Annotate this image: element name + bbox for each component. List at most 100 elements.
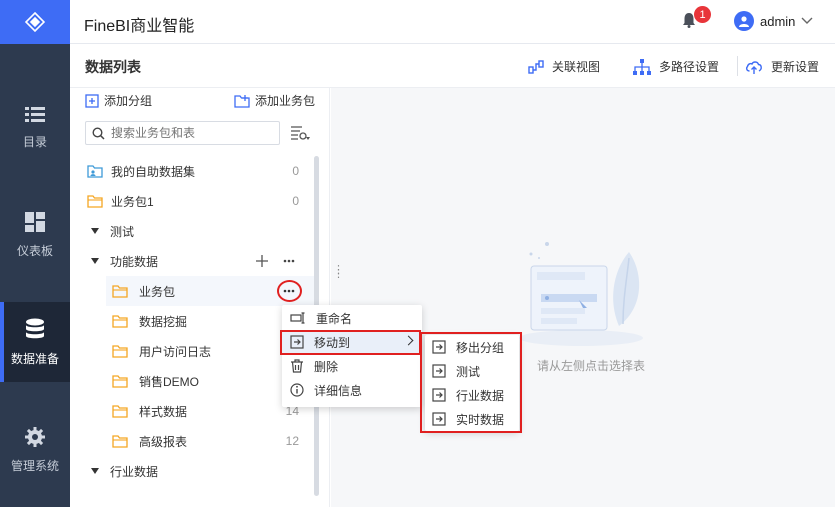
tree-item-sales-demo[interactable]: 销售DEMO [70,366,314,396]
move-to-icon [432,412,446,426]
preview-area: 请从左侧点击选择表 [331,88,835,507]
nav-item-dashboard[interactable]: 仪表板 [0,195,70,275]
chevron-right-icon [403,335,414,346]
search-box[interactable] [85,121,280,145]
rename-icon [290,312,305,324]
tree-item-label: 业务包 [139,284,176,299]
empty-state-text: 请从左侧点击选择表 [537,359,646,373]
add-group-label: 添加分组 [104,94,153,108]
move-to-icon [432,364,446,378]
move-to-icon [432,340,446,354]
app-logo[interactable] [0,0,70,44]
nav-item-admin[interactable]: 管理系统 [0,410,70,490]
menu-item-rename[interactable]: 重命名 [282,306,422,330]
sub-header: 数据列表 关联视图 多路径设置 更新设置 [70,44,835,88]
submenu-item-realtime-data[interactable]: 实时数据 [425,407,519,431]
relation-view-button[interactable]: 关联视图 [528,58,600,75]
top-bar: FineBI商业智能 1 admin [70,0,835,44]
menu-item-label: 移动到 [314,335,351,350]
nav-item-catalog[interactable]: 目录 [0,88,70,168]
menu-item-label: 重命名 [316,311,353,326]
data-list-panel: 添加分组 添加业务包 我的自助数据集 0 [70,88,330,507]
trash-icon [291,359,303,373]
tree-group-test[interactable]: 测试 [70,216,314,246]
add-icon[interactable] [256,255,268,267]
panel-resize-handle[interactable]: ⋮ ⋮ [333,265,344,280]
submenu-item-label: 测试 [456,364,481,379]
multipath-icon [633,58,651,75]
caret-down-icon[interactable] [91,468,99,474]
add-package-label: 添加业务包 [255,94,316,108]
tree-item-label: 高级报表 [139,434,188,449]
menu-item-move-to[interactable]: 移动到 [282,330,422,354]
tree-group-function-data[interactable]: 功能数据 [70,246,314,276]
tree-item-count: 0 [292,194,299,208]
multipath-settings-button[interactable]: 多路径设置 [633,58,719,75]
tree-item-data-mining[interactable]: 数据挖掘 [70,306,314,336]
submenu-item-industry-data[interactable]: 行业数据 [425,383,519,407]
left-nav: 目录 仪表板 数据准备 管理系统 [0,0,70,507]
tree-item-label: 销售DEMO [139,374,200,389]
add-group-button[interactable]: 添加分组 [85,92,152,109]
tree-item-label: 数据挖掘 [139,314,188,329]
add-package-button[interactable]: 添加业务包 [234,92,315,109]
search-input[interactable] [111,126,271,140]
page-title: 数据列表 [85,59,141,75]
nav-label-admin: 管理系统 [10,458,59,473]
tree-group-industry-data[interactable]: 行业数据 [70,456,314,486]
nav-label-data-prep: 数据准备 [10,351,59,366]
tree-item-package-1[interactable]: 业务包1 0 [70,186,314,216]
menu-item-label: 删除 [314,359,339,374]
user-menu[interactable]: admin [734,11,813,31]
tree-item-business-package[interactable]: 业务包 [106,276,314,306]
tree-item-label: 用户访问日志 [139,344,212,359]
submenu-item-label: 行业数据 [456,388,505,403]
move-to-icon [290,335,304,349]
update-settings-button[interactable]: 更新设置 [745,58,819,75]
folder-icon [112,345,128,358]
tree-item-count: 0 [292,164,299,178]
tree-group-label: 行业数据 [110,464,159,479]
add-folder-icon [234,94,250,108]
menu-item-label: 详细信息 [314,383,363,398]
tree-item-label: 业务包1 [111,194,154,209]
toolbar-divider [737,56,738,76]
update-settings-label: 更新设置 [771,60,820,74]
nav-item-data-prep[interactable]: 数据准备 [0,302,70,382]
submenu-item-label: 移出分组 [456,340,505,355]
gear-icon [25,426,45,447]
caret-down-icon[interactable] [91,228,99,234]
menu-item-delete[interactable]: 删除 [282,354,422,378]
caret-down-icon[interactable] [91,258,99,264]
folder-icon [112,375,128,388]
tree-group-label: 功能数据 [110,254,159,269]
empty-state-illustration [519,242,643,346]
more-icon[interactable] [283,259,295,263]
folder-icon [112,405,128,418]
tree-item-style-data[interactable]: 样式数据 14 [70,396,314,426]
filter-sort-icon[interactable] [290,125,310,141]
tree-item-count: 12 [285,434,299,448]
submenu-item-test[interactable]: 测试 [425,359,519,383]
cloud-update-icon [745,60,762,74]
menu-item-details[interactable]: 详细信息 [282,378,422,402]
add-group-icon [85,93,99,108]
tree-item-user-log[interactable]: 用户访问日志 [70,336,314,366]
tree-item-my-dataset[interactable]: 我的自助数据集 0 [70,156,314,186]
move-to-icon [432,388,446,402]
app-title: FineBI商业智能 [84,18,195,35]
tree-item-advanced-report[interactable]: 高级报表 12 [70,426,314,456]
multipath-label: 多路径设置 [659,60,720,74]
context-menu: 重命名 移动到 删除 详细信息 [282,305,422,407]
tree-item-label: 我的自助数据集 [111,164,196,179]
relation-view-icon [528,59,544,74]
chevron-down-icon [801,17,813,24]
tree-item-label: 样式数据 [139,404,188,419]
avatar [734,11,754,31]
submenu-item-remove-group[interactable]: 移出分组 [425,335,519,359]
more-icon[interactable] [283,289,295,293]
folder-icon [87,195,103,208]
dashboard-icon [25,211,45,232]
logo-icon [25,12,45,32]
folder-icon [112,435,128,448]
